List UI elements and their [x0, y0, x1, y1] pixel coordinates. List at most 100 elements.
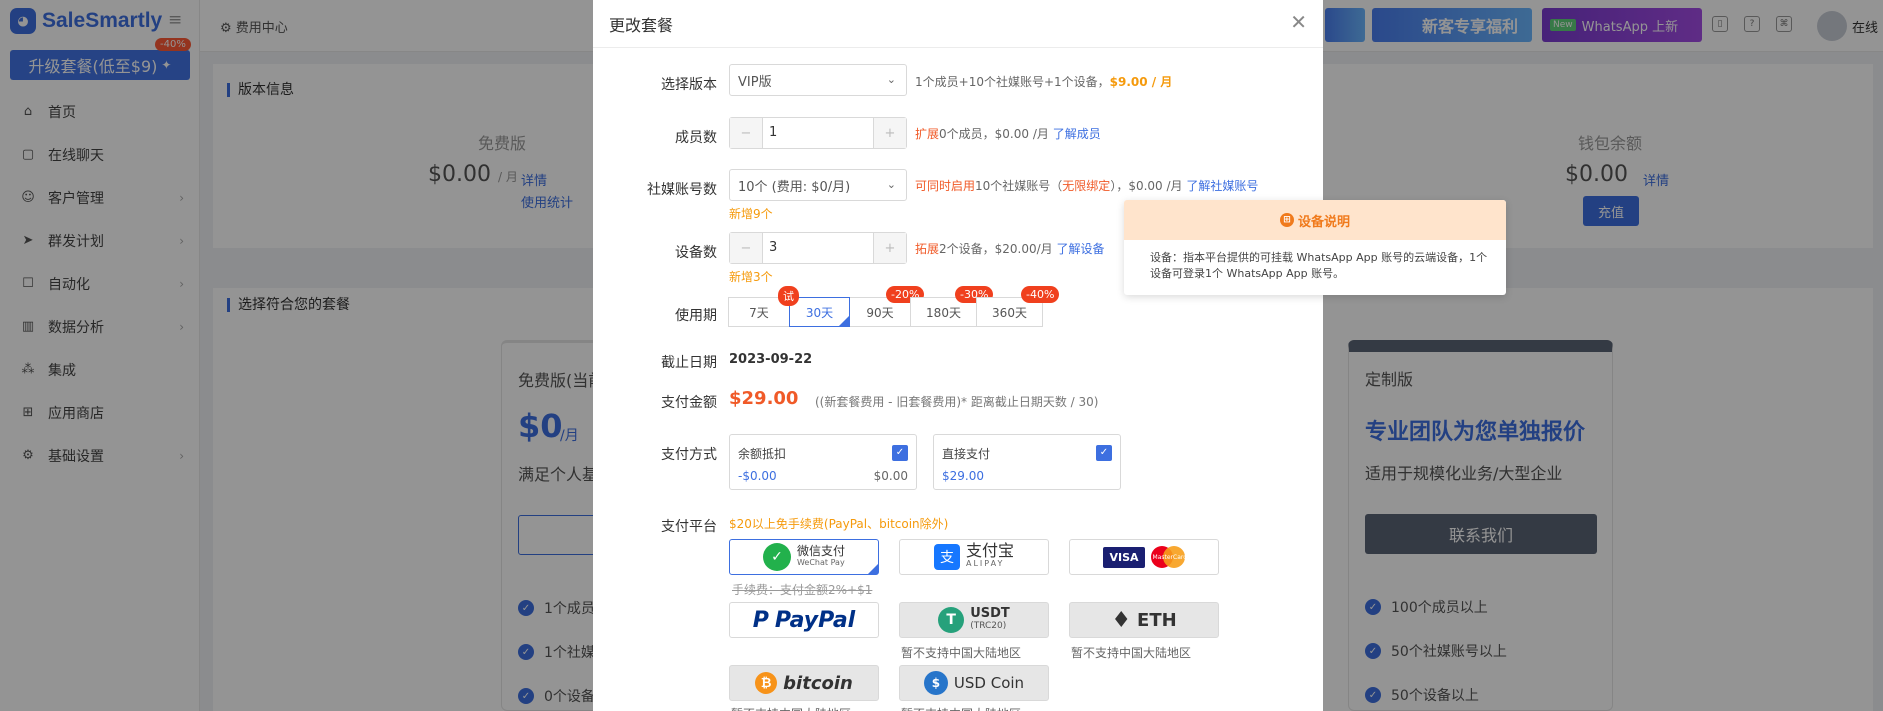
hint-prefix: 可同时启用: [915, 179, 976, 193]
balance-deduct-option[interactable]: 余额抵扣 ✓ -$0.00 $0.00: [729, 434, 917, 490]
hint-end: ），$0.00 /月: [1110, 179, 1183, 193]
period-label: 使用期: [675, 308, 717, 324]
close-icon[interactable]: ✕: [1290, 10, 1307, 34]
tooltip-header: ⊞ 设备说明: [1124, 200, 1506, 240]
social-hint: 可同时启用10个社媒账号（无限绑定），$0.00 /月 了解社媒账号: [915, 177, 1258, 194]
period-option-90[interactable]: 90天 -20%: [849, 286, 925, 327]
selected-corner: [868, 564, 878, 574]
chevron-down-icon: ⌄: [886, 178, 896, 191]
alipay-option[interactable]: 支 支付宝 ALIPAY: [899, 539, 1049, 575]
social-value: 10个 (费用: $0/月): [738, 179, 851, 195]
devices-label: 设备数: [675, 245, 717, 261]
plus-icon[interactable]: +: [874, 233, 906, 263]
members-link[interactable]: 了解成员: [1053, 127, 1101, 141]
unsupported-note: 暂不支持中国大陆地区: [901, 646, 1022, 660]
hint-unlimited: 无限绑定: [1062, 179, 1111, 193]
members-label: 成员数: [675, 130, 717, 146]
change-plan-modal: 更改套餐 ✕ 选择版本 VIP版 ⌄ 1个成员+10个社媒账号+1个设备，$9.…: [593, 0, 1323, 711]
wechat-sub: WeChat Pay: [796, 558, 845, 567]
usdt-icon: T: [938, 607, 965, 633]
version-select[interactable]: VIP版 ⌄: [729, 64, 907, 96]
devices-link[interactable]: 了解设备: [1057, 242, 1105, 256]
bitcoin-icon: ₿: [755, 672, 778, 694]
direct-pay-option[interactable]: 直接支付 ✓ $29.00: [933, 434, 1121, 490]
tooltip-body: 设备：指本平台提供的可挂载 WhatsApp App 账号的云端设备，1个设备可…: [1150, 251, 1488, 280]
option-title: 余额抵扣: [738, 447, 787, 461]
usdc-option[interactable]: $ USD Coin: [899, 665, 1049, 701]
deadline-label: 截止日期: [661, 355, 717, 371]
social-added: 新增9个: [729, 207, 773, 221]
period-text: 180天: [926, 305, 961, 320]
period-option-30[interactable]: 30天 试: [778, 286, 850, 327]
paypal-label: PayPal: [774, 607, 856, 633]
checkbox-checked-icon[interactable]: ✓: [1096, 445, 1112, 461]
info-icon: ⊞: [1279, 213, 1294, 227]
unsupported-note: 暂不支持中国大陆地区: [1071, 646, 1192, 660]
devices-hint: 拓展2个设备，$20.00/月 了解设备: [915, 240, 1105, 257]
version-label: 选择版本: [661, 77, 717, 93]
modal-title: 更改套餐: [609, 16, 674, 35]
alipay-sub: ALIPAY: [965, 559, 1005, 568]
chevron-down-icon: ⌄: [886, 73, 896, 86]
amount-formula: ((新套餐费用 - 旧套餐费用)* 距离截止日期天数 / 30): [815, 395, 1099, 409]
members-stepper[interactable]: − 1 +: [729, 117, 907, 149]
mastercard-icon: MasterCard: [1150, 546, 1188, 568]
bitcoin-label: bitcoin: [783, 672, 853, 694]
period-text: 360天: [992, 305, 1027, 320]
deadline-value: 2023-09-22: [729, 352, 813, 367]
checkbox-checked-icon[interactable]: ✓: [892, 445, 908, 461]
hint-text: 10个社媒账号（: [975, 179, 1063, 193]
alipay-icon: 支: [933, 544, 960, 570]
period-badge: 试: [778, 286, 799, 306]
bitcoin-option[interactable]: ₿ bitcoin: [729, 665, 879, 701]
version-value: VIP版: [738, 74, 772, 90]
alipay-label: 支付宝: [965, 541, 1014, 560]
unsupported-note: 暂不支持中国大陆地区: [901, 705, 1021, 711]
card-option[interactable]: VISA MasterCard: [1069, 539, 1219, 575]
eth-label: ETH: [1137, 609, 1177, 631]
period-badge: -40%: [1021, 286, 1060, 303]
wechat-label: 微信支付: [796, 544, 845, 558]
balance-deduct: -$0.00: [738, 469, 777, 483]
usdc-icon: $: [923, 671, 948, 695]
usdt-sub: (TRC20): [970, 621, 1007, 631]
version-price: $9.00 / 月: [1109, 75, 1173, 89]
devices-added: 新增3个: [729, 270, 773, 284]
plus-icon[interactable]: +: [874, 118, 906, 148]
social-select[interactable]: 10个 (费用: $0/月) ⌄: [729, 169, 907, 201]
period-selector: 7天 30天 试 90天 -20% 180天 -30% 360天 -40%: [728, 286, 1060, 327]
mastercard-label: MasterCard: [1152, 553, 1188, 561]
usdt-option[interactable]: T USDT (TRC20): [899, 602, 1049, 638]
amount-label: 支付金额: [661, 395, 717, 411]
usdt-text: USDT (TRC20): [970, 607, 1010, 632]
version-hint-text: 1个成员+10个社媒账号+1个设备，: [915, 75, 1110, 89]
minus-icon[interactable]: −: [730, 118, 762, 148]
platform-label: 支付平台: [661, 519, 717, 535]
visa-icon: VISA: [1103, 546, 1145, 568]
social-link[interactable]: 了解社媒账号: [1186, 179, 1258, 193]
period-option-180[interactable]: 180天 -30%: [910, 286, 994, 327]
members-value[interactable]: 1: [762, 118, 874, 148]
wechat-text: 微信支付 WeChat Pay: [797, 545, 845, 569]
hint-prefix: 拓展: [915, 242, 940, 256]
eth-option[interactable]: ♦ ETH: [1069, 602, 1219, 638]
direct-value: $29.00: [942, 469, 984, 483]
period-option-360[interactable]: 360天 -40%: [976, 286, 1060, 327]
unsupported-note: 暂不支持中国大陆地区: [731, 705, 851, 711]
period-text: 7天: [749, 305, 769, 320]
fee-note: 手续费：支付金额2%+$1: [732, 583, 873, 597]
usdc-label: USD Coin: [953, 674, 1025, 692]
version-hint: 1个成员+10个社媒账号+1个设备，$9.00 / 月: [915, 73, 1172, 90]
social-label: 社媒账号数: [647, 182, 717, 198]
platform-note: $20以上免手续费(PayPal、bitcoin除外): [729, 517, 949, 531]
wechat-pay-option[interactable]: ✓ 微信支付 WeChat Pay: [729, 539, 879, 575]
amount-value: $29.00: [729, 388, 799, 409]
selected-corner: [839, 316, 849, 326]
paypal-icon: P: [752, 607, 769, 633]
minus-icon[interactable]: −: [730, 233, 762, 263]
hint-text: 0个成员，$0.00 /月: [939, 127, 1049, 141]
wechat-icon: ✓: [762, 543, 791, 571]
paypal-option[interactable]: P PayPal: [729, 602, 879, 638]
devices-stepper[interactable]: − 3 +: [729, 232, 907, 264]
devices-value[interactable]: 3: [762, 233, 874, 263]
